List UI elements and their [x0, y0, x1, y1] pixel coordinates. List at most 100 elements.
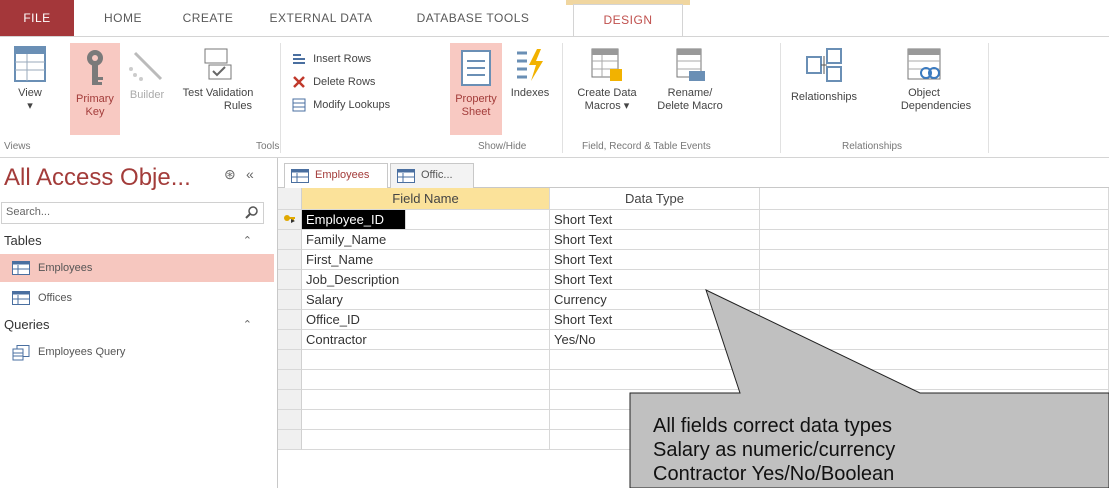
- primary-key-indicator-icon: [284, 215, 295, 223]
- validation-rules-icon: [204, 48, 232, 80]
- nav-item-employees[interactable]: Employees: [0, 254, 274, 282]
- row-selector[interactable]: [278, 390, 302, 410]
- field-name-cell-rest[interactable]: [406, 210, 550, 230]
- column-header-field-name[interactable]: Field Name: [302, 188, 550, 210]
- nav-item-offices[interactable]: Offices: [0, 284, 274, 312]
- group-separator: [562, 43, 563, 153]
- data-type-cell[interactable]: [550, 390, 760, 410]
- data-type-cell[interactable]: Short Text: [550, 230, 760, 250]
- row-selector[interactable]: [278, 430, 302, 450]
- object-dependencies-button[interactable]: Object Dependencies: [866, 47, 982, 131]
- description-cell[interactable]: [760, 310, 1109, 330]
- data-macro-icon: [591, 48, 622, 81]
- key-icon: [87, 50, 103, 85]
- row-selector[interactable]: [278, 210, 302, 230]
- doc-tab-employees[interactable]: Employees: [284, 163, 388, 188]
- tab-create[interactable]: CREATE: [170, 0, 246, 36]
- doc-tab-offices[interactable]: Offic...: [390, 163, 474, 188]
- nav-pane-title[interactable]: All Access Obje...: [4, 164, 191, 192]
- nav-section-queries[interactable]: Queries ⌃: [0, 314, 264, 336]
- nav-menu-icon[interactable]: ⊛: [224, 166, 236, 183]
- description-cell[interactable]: [760, 290, 1109, 310]
- tab-home[interactable]: HOME: [88, 0, 158, 36]
- description-cell[interactable]: [760, 370, 1109, 390]
- description-cell[interactable]: [760, 210, 1109, 230]
- field-name-cell[interactable]: [302, 390, 550, 410]
- field-name-cell[interactable]: First_Name: [302, 250, 550, 270]
- data-type-cell[interactable]: Short Text: [550, 310, 760, 330]
- row-selector[interactable]: [278, 290, 302, 310]
- primary-key-label-1: Primary: [76, 93, 114, 105]
- relationships-button[interactable]: Relationships: [784, 47, 864, 131]
- field-name-cell[interactable]: Job_Description: [302, 270, 550, 290]
- description-cell[interactable]: [760, 390, 1109, 410]
- field-name-cell[interactable]: Salary: [302, 290, 550, 310]
- group-label-views: Views: [4, 141, 31, 152]
- row-selector[interactable]: [278, 370, 302, 390]
- view-button[interactable]: View ▾: [2, 45, 58, 131]
- tab-design[interactable]: DESIGN: [573, 4, 683, 37]
- field-name-cell[interactable]: Contractor: [302, 330, 550, 350]
- column-header-description[interactable]: [760, 188, 1109, 210]
- data-type-cell[interactable]: Short Text: [550, 270, 760, 290]
- tab-external-data[interactable]: EXTERNAL DATA: [262, 0, 380, 36]
- chevron-up-icon: ⌃: [242, 319, 252, 331]
- indexes-button[interactable]: Indexes: [506, 47, 554, 131]
- insert-rows-icon: [293, 54, 305, 65]
- field-name-cell[interactable]: [302, 350, 550, 370]
- data-type-cell[interactable]: Short Text: [550, 210, 760, 230]
- description-cell[interactable]: [760, 350, 1109, 370]
- nav-search-input[interactable]: Search...: [1, 202, 264, 224]
- create-data-macros-button[interactable]: Create Data Macros ▾: [568, 47, 646, 131]
- property-sheet-button[interactable]: Property Sheet: [450, 43, 502, 135]
- modify-lookups-label: Modify Lookups: [313, 99, 391, 111]
- modify-lookups-button[interactable]: Modify Lookups: [292, 95, 390, 115]
- tab-database-tools[interactable]: DATABASE TOOLS: [398, 0, 548, 36]
- insert-rows-button[interactable]: Insert Rows: [292, 49, 371, 69]
- insert-rows-label: Insert Rows: [313, 53, 372, 65]
- primary-key-label-2: Key: [85, 106, 105, 118]
- description-cell[interactable]: [760, 230, 1109, 250]
- nav-item-label: Employees Query: [38, 346, 126, 358]
- data-type-cell[interactable]: [550, 370, 760, 390]
- row-selector[interactable]: [278, 230, 302, 250]
- row-selector[interactable]: [278, 250, 302, 270]
- row-selector[interactable]: [278, 330, 302, 350]
- row-selector[interactable]: [278, 350, 302, 370]
- row-selector[interactable]: [278, 410, 302, 430]
- group-label-tools: Tools: [256, 141, 280, 152]
- field-name-cell[interactable]: Employee_ID: [302, 210, 406, 230]
- data-type-cell[interactable]: [550, 350, 760, 370]
- column-header-data-type[interactable]: Data Type: [550, 188, 760, 210]
- rename-delete-macro-label-1: Rename/: [667, 87, 713, 99]
- nav-item-employees-query[interactable]: Employees Query: [0, 338, 274, 366]
- data-type-cell[interactable]: Currency: [550, 290, 760, 310]
- field-name-cell[interactable]: Office_ID: [302, 310, 550, 330]
- navigation-pane: All Access Obje... ⊛ « Search... Tables …: [0, 158, 278, 488]
- nav-section-tables[interactable]: Tables ⌃: [0, 230, 264, 252]
- test-validation-rules-button[interactable]: Test Validation Rules: [176, 47, 260, 131]
- data-type-cell[interactable]: Yes/No: [550, 330, 760, 350]
- delete-rows-button[interactable]: Delete Rows: [292, 72, 375, 92]
- field-name-cell[interactable]: Family_Name: [302, 230, 550, 250]
- group-label-field-record-table-events: Field, Record & Table Events: [582, 141, 711, 152]
- group-label-relationships: Relationships: [842, 141, 903, 152]
- search-icon[interactable]: [245, 205, 259, 219]
- description-cell[interactable]: [760, 270, 1109, 290]
- description-cell[interactable]: [760, 250, 1109, 270]
- tab-file[interactable]: FILE: [0, 0, 74, 36]
- builder-label: Builder: [129, 89, 165, 101]
- row-selector[interactable]: [278, 270, 302, 290]
- primary-key-button[interactable]: Primary Key: [70, 43, 120, 135]
- table-icon: [291, 169, 309, 183]
- builder-button[interactable]: Builder: [124, 49, 170, 129]
- collapse-icon[interactable]: «: [246, 166, 254, 182]
- data-type-cell[interactable]: Short Text: [550, 250, 760, 270]
- nav-item-label: Offices: [38, 292, 73, 304]
- description-cell[interactable]: [760, 330, 1109, 350]
- field-name-cell[interactable]: [302, 370, 550, 390]
- rename-delete-macro-button[interactable]: Rename/ Delete Macro: [650, 47, 730, 131]
- field-name-cell[interactable]: [302, 430, 550, 450]
- field-name-cell[interactable]: [302, 410, 550, 430]
- row-selector[interactable]: [278, 310, 302, 330]
